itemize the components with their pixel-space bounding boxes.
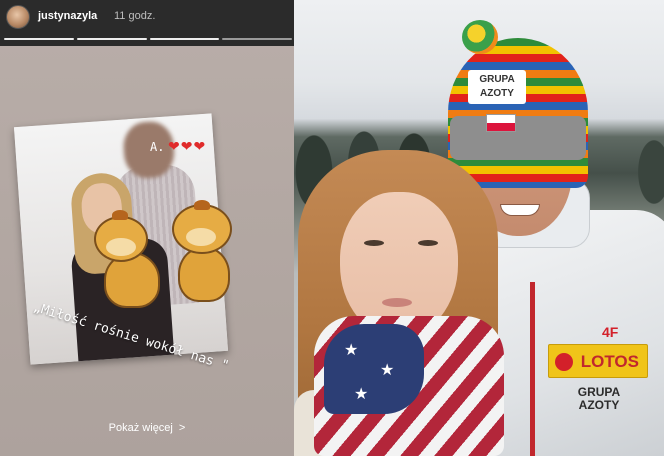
lotos-emblem-icon	[555, 353, 573, 371]
azoty-line2: AZOTY	[578, 398, 620, 412]
eye	[418, 240, 438, 246]
striped-beanie	[448, 38, 588, 188]
brand-4f-logo: 4F	[602, 324, 619, 340]
instagram-story: justynazyla 11 godz. A. ❤❤❤ „Miłość rośn…	[0, 0, 294, 456]
lotos-sponsor-patch: LOTOS	[548, 344, 648, 378]
chevron-right-icon: >	[178, 422, 186, 434]
star-icon: ★	[354, 386, 369, 403]
progress-segment	[149, 38, 220, 40]
star-icon: ★	[380, 362, 395, 379]
polish-flag-icon	[486, 114, 516, 132]
lips	[382, 298, 412, 307]
lion-cub-sticker	[168, 200, 240, 304]
avatar[interactable]	[6, 5, 30, 29]
lotos-text: LOTOS	[580, 352, 639, 371]
hearts-sticker: ❤❤❤	[168, 138, 207, 154]
story-timestamp: 11 godz.	[114, 10, 156, 22]
beanie-band	[450, 116, 586, 160]
progress-segment	[222, 38, 292, 40]
lion-cub-sticker	[88, 210, 172, 310]
story-progress-bar	[4, 38, 292, 41]
story-initial-text: A.	[150, 140, 165, 154]
progress-segment	[4, 38, 74, 40]
hat-logo-line1: GRUPA	[479, 74, 515, 85]
eye	[364, 240, 384, 246]
smile	[500, 204, 540, 216]
progress-segment	[76, 38, 147, 40]
grupa-azoty-patch: GRUPA AZOTY	[566, 386, 632, 412]
pompom	[462, 20, 498, 54]
story-header: justynazyla 11 godz.	[0, 0, 294, 46]
scarf-blue-panel	[324, 324, 424, 414]
star-icon: ★	[344, 342, 359, 359]
hat-logo-line2: AZOTY	[480, 88, 514, 99]
story-username[interactable]: justynazyla	[38, 10, 97, 22]
show-more-label: Pokaż więcej	[108, 422, 173, 434]
jacket-zipper	[530, 282, 535, 456]
show-more-button[interactable]: Pokaż więcej >	[0, 422, 294, 434]
hat-logo: GRUPA AZOTY	[468, 70, 526, 104]
couple-photo: GRUPA AZOTY 4F LOTOS GRUPA AZOTY ★ ★ ★	[294, 0, 664, 456]
